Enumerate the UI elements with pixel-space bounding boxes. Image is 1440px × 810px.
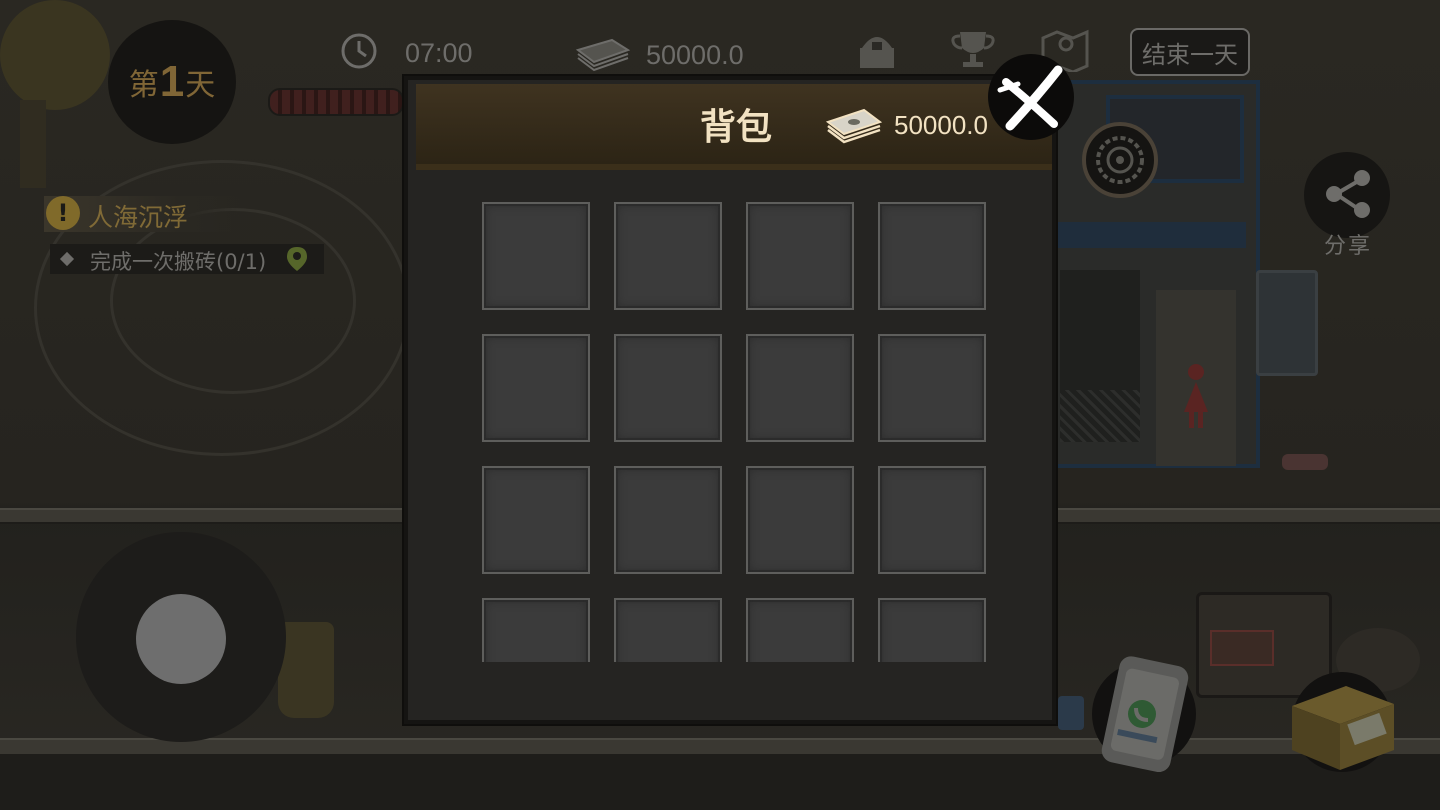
gear-icon xyxy=(1096,136,1144,184)
bottle-decoration xyxy=(1058,696,1084,730)
close-icon xyxy=(997,65,1063,131)
door-mesh xyxy=(1060,390,1140,442)
inventory-slot[interactable] xyxy=(746,598,854,662)
share-icon xyxy=(1326,170,1370,218)
quest-step-item[interactable]: 完成一次搬砖(0/1) xyxy=(50,244,324,274)
inventory-slot[interactable] xyxy=(482,598,590,662)
energy-bar xyxy=(268,88,404,116)
quest-title-banner[interactable]: ! 人海沉浮 xyxy=(44,196,240,232)
inventory-slot[interactable] xyxy=(746,466,854,574)
day-counter-badge: 第 1 天 xyxy=(108,20,236,144)
money-display: 50000.0 xyxy=(646,40,744,70)
quest-title: 人海沉浮 xyxy=(88,203,189,232)
plaza-ring-inner xyxy=(110,208,356,394)
inventory-title: 背包 xyxy=(700,107,773,148)
tree-trunk xyxy=(20,100,46,188)
location-pin-icon[interactable] xyxy=(286,246,308,272)
inventory-slot[interactable] xyxy=(746,202,854,310)
quest-step-text: 完成一次搬砖(0/1) xyxy=(90,250,267,274)
shop-icon[interactable] xyxy=(852,28,902,72)
inventory-slot[interactable] xyxy=(482,466,590,574)
inventory-money: 50000.0 xyxy=(894,110,988,140)
package-icon[interactable] xyxy=(1284,666,1400,772)
restroom-sign xyxy=(1256,270,1318,376)
inventory-slot[interactable] xyxy=(482,202,590,310)
fire-extinguisher xyxy=(1282,454,1328,470)
inventory-slot[interactable] xyxy=(482,334,590,442)
exclamation-icon: ! xyxy=(46,196,80,230)
joystick-knob[interactable] xyxy=(136,594,226,684)
share-label: 分享 xyxy=(1324,234,1373,259)
female-restroom-icon xyxy=(1184,364,1208,428)
inventory-slot[interactable] xyxy=(614,598,722,662)
cash-stack-icon xyxy=(575,38,630,72)
inventory-grid[interactable] xyxy=(474,196,994,662)
day-number: 1 xyxy=(159,57,185,106)
road xyxy=(0,754,1440,810)
inventory-slot[interactable] xyxy=(614,466,722,574)
station-roof xyxy=(1050,222,1246,248)
restroom-wall xyxy=(1156,290,1236,466)
inventory-slot[interactable] xyxy=(878,598,986,662)
day-suffix: 天 xyxy=(185,69,216,102)
bullet-diamond-icon xyxy=(59,251,75,267)
inventory-slot[interactable] xyxy=(746,334,854,442)
trash-bin xyxy=(278,622,334,718)
inventory-header: 背包 50000.0 xyxy=(416,84,1052,170)
tree-decoration xyxy=(0,0,110,110)
inventory-slot[interactable] xyxy=(878,334,986,442)
inventory-slot[interactable] xyxy=(614,334,722,442)
close-button[interactable] xyxy=(988,54,1074,140)
end-day-button[interactable]: 结束一天 xyxy=(1130,28,1250,76)
game-time: 07:00 xyxy=(405,38,473,68)
inventory-slot[interactable] xyxy=(614,202,722,310)
cash-stack-icon xyxy=(825,108,882,144)
clock-icon xyxy=(341,33,377,69)
day-prefix: 第 xyxy=(128,69,159,102)
inventory-slot[interactable] xyxy=(878,466,986,574)
inventory-slot[interactable] xyxy=(878,202,986,310)
inventory-panel: 背包 50000.0 xyxy=(404,76,1056,724)
stall-sign xyxy=(1210,630,1274,666)
phone-icon[interactable] xyxy=(1092,652,1196,772)
settings-button[interactable] xyxy=(1082,122,1158,198)
share-button[interactable] xyxy=(1304,152,1390,238)
